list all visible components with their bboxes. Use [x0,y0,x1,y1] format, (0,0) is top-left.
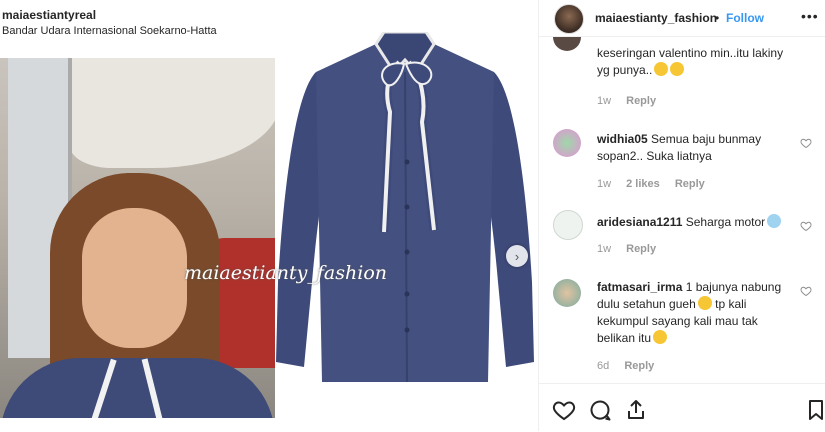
avatar[interactable] [553,129,581,157]
avatar[interactable] [554,4,584,34]
woman-photo [0,58,275,418]
comment-icon[interactable] [588,398,612,422]
separator-dot: • [715,11,720,25]
comment-text: keseringan valentino min..itu lakiny yg … [597,45,792,79]
reply-button[interactable]: Reply [626,243,656,255]
smile-emoji-icon [654,62,669,76]
avatar[interactable] [553,279,581,307]
comment-body: Seharga motor [685,215,766,229]
comment-text: aridesiana1211 Seharga motor [597,214,792,231]
comment-meta: 1w 2 likes Reply [597,178,717,190]
reply-button[interactable]: Reply [675,178,705,190]
avatar[interactable] [553,210,583,240]
crying-emoji-icon [767,214,782,228]
comment-username[interactable]: aridesiana1211 [597,215,682,229]
comment-text: fatmasari_irma 1 bajunya nabung dulu set… [597,279,792,347]
avatar[interactable] [553,37,581,51]
share-icon[interactable] [624,398,648,422]
comment-username[interactable]: widhia05 [597,132,648,146]
comment-meta: 6d Reply [597,360,666,372]
laugh-emoji-icon [653,330,668,344]
action-bar [539,383,825,432]
watermark-text: maiaestianty_fashion [184,262,387,284]
image-location: Bandar Udara Internasional Soekarno-Hatt… [2,25,217,37]
comment-username[interactable]: fatmasari_irma [597,280,682,294]
comment-body: keseringan valentino min..itu lakiny yg … [597,46,784,77]
likes-count[interactable]: 2 likes [626,178,660,190]
heart-icon[interactable] [800,285,812,297]
chevron-right-icon: › [514,248,520,264]
comment-age: 1w [597,95,612,107]
comments-list[interactable]: keseringan valentino min..itu lakiny yg … [539,37,825,382]
post-image-panel: maiaestiantyreal Bandar Udara Internasio… [0,0,537,431]
comment-text: widhia05 Semua baju bunmay sopan2.. Suka… [597,131,792,165]
grin-emoji-icon [697,296,712,310]
next-image-button[interactable]: › [506,245,528,267]
post-side-panel: maiaestianty_fashion • Follow ••• keseri… [538,0,825,431]
comment-meta: 1w Reply [597,95,668,107]
bookmark-icon[interactable] [804,398,825,422]
heart-icon[interactable] [552,398,576,422]
post-header: maiaestianty_fashion • Follow ••• [539,0,825,37]
comment-meta: 1w Reply [597,243,668,255]
comment-age: 1w [597,243,612,255]
image-username: maiaestiantyreal [2,8,97,22]
header-username[interactable]: maiaestianty_fashion [595,11,717,25]
comment-age: 1w [597,178,612,190]
reply-button[interactable]: Reply [624,360,654,372]
blouse-image [276,32,534,383]
heart-icon[interactable] [800,137,812,149]
reply-button[interactable]: Reply [626,95,656,107]
image-caption-header: maiaestiantyreal Bandar Udara Internasio… [2,8,217,37]
heart-icon[interactable] [800,220,812,232]
more-options-icon[interactable]: ••• [801,8,819,24]
comment-age: 6d [597,360,610,372]
smile-emoji-icon [670,62,685,76]
follow-button[interactable]: Follow [726,11,764,25]
